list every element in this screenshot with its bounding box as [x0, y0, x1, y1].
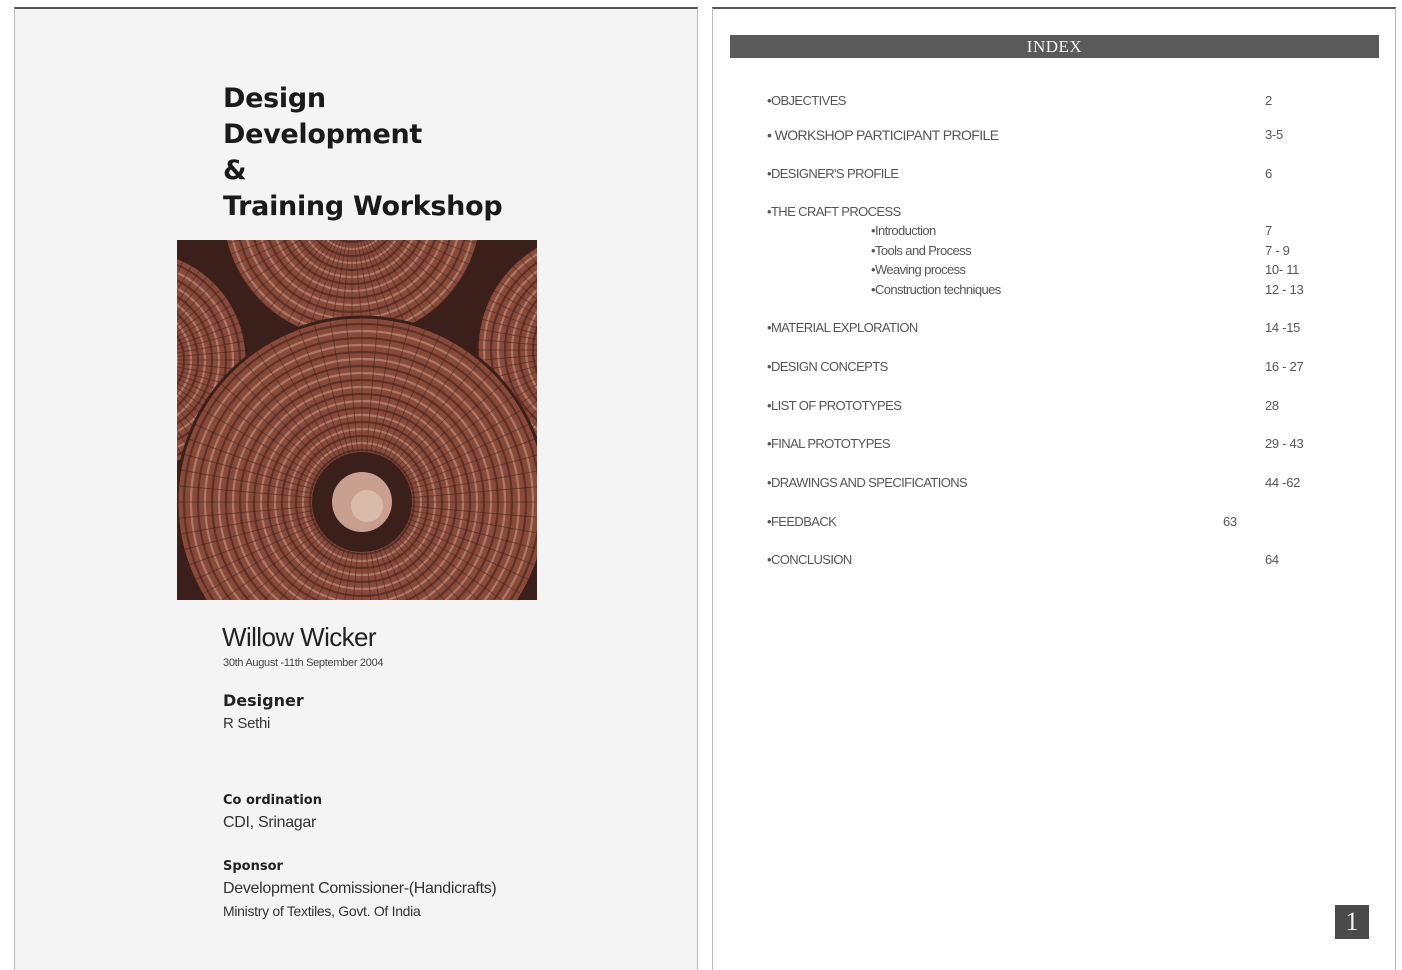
index-page-feedback: 63: [1223, 514, 1237, 529]
index-entry-design-concepts: •DESIGN CONCEPTS: [767, 359, 888, 374]
index-page-objectives: 2: [1265, 93, 1272, 108]
index-page: INDEX •OBJECTIVES 2 • WORKSHOP PARTICIPA…: [712, 7, 1396, 970]
index-page-introduction: 7: [1265, 223, 1272, 238]
index-page-construction: 12 - 13: [1265, 282, 1304, 297]
designer-label: Designer: [223, 691, 304, 710]
index-page-designers-profile: 6: [1265, 166, 1272, 181]
workshop-dates: 30th August -11th September 2004: [223, 657, 384, 669]
index-entry-drawings: •DRAWINGS AND SPECIFICATIONS: [767, 475, 968, 490]
index-entry-final-prototypes: •FINAL PROTOTYPES: [767, 436, 891, 451]
index-entry-list-of-prototypes: •LIST OF PROTOTYPES: [767, 398, 902, 413]
index-subentry-construction: •Construction techniques: [871, 282, 1001, 297]
index-page-tools: 7 - 9: [1265, 243, 1290, 258]
title-line-1: Design: [223, 83, 326, 114]
craft-title: Willow Wicker: [222, 622, 377, 652]
index-entry-conclusion: •CONCLUSION: [767, 552, 852, 567]
index-page-list-of-prototypes: 28: [1265, 398, 1279, 413]
index-page-design-concepts: 16 - 27: [1265, 359, 1304, 374]
sponsor-line-1: Development Comissioner-(Handicrafts): [223, 880, 497, 897]
index-page-drawings: 44 -62: [1265, 475, 1301, 490]
index-entry-craft-process: •THE CRAFT PROCESS: [767, 204, 901, 219]
index-page-weaving: 10- 11: [1265, 262, 1300, 277]
index-entry-objectives: •OBJECTIVES: [767, 93, 846, 108]
index-entry-participant-profile: • WORKSHOP PARTICIPANT PROFILE: [767, 127, 999, 143]
index-header: INDEX: [730, 35, 1379, 58]
coordination-value: CDI, Srinagar: [223, 814, 317, 831]
index-page-conclusion: 64: [1265, 552, 1279, 567]
index-page-participant-profile: 3-5: [1265, 127, 1283, 142]
index-subentry-weaving: •Weaving process: [871, 262, 966, 277]
page-number-badge: 1: [1335, 905, 1369, 939]
index-subentry-introduction: •Introduction: [871, 223, 936, 238]
index-entry-material-exploration: •MATERIAL EXPLORATION: [767, 320, 918, 335]
designer-name: R Sethi: [223, 715, 271, 732]
title-line-2: Development: [223, 119, 423, 150]
cover-page: Design Development & Training Workshop W…: [14, 7, 698, 970]
index-page-final-prototypes: 29 - 43: [1265, 436, 1304, 451]
index-subentry-tools: •Tools and Process: [871, 243, 972, 258]
title-line-3: &: [223, 155, 247, 186]
sponsor-line-2: Ministry of Textiles, Govt. Of India: [223, 903, 421, 919]
wicker-photo: [177, 240, 537, 600]
index-page-material-exploration: 14 -15: [1265, 320, 1301, 335]
sponsor-label: Sponsor: [223, 859, 283, 874]
index-entry-designers-profile: •DESIGNER'S PROFILE: [767, 166, 899, 181]
index-entry-feedback: •FEEDBACK: [767, 514, 837, 529]
title-line-4: Training Workshop: [223, 191, 503, 222]
coordination-label: Co ordination: [223, 793, 322, 808]
